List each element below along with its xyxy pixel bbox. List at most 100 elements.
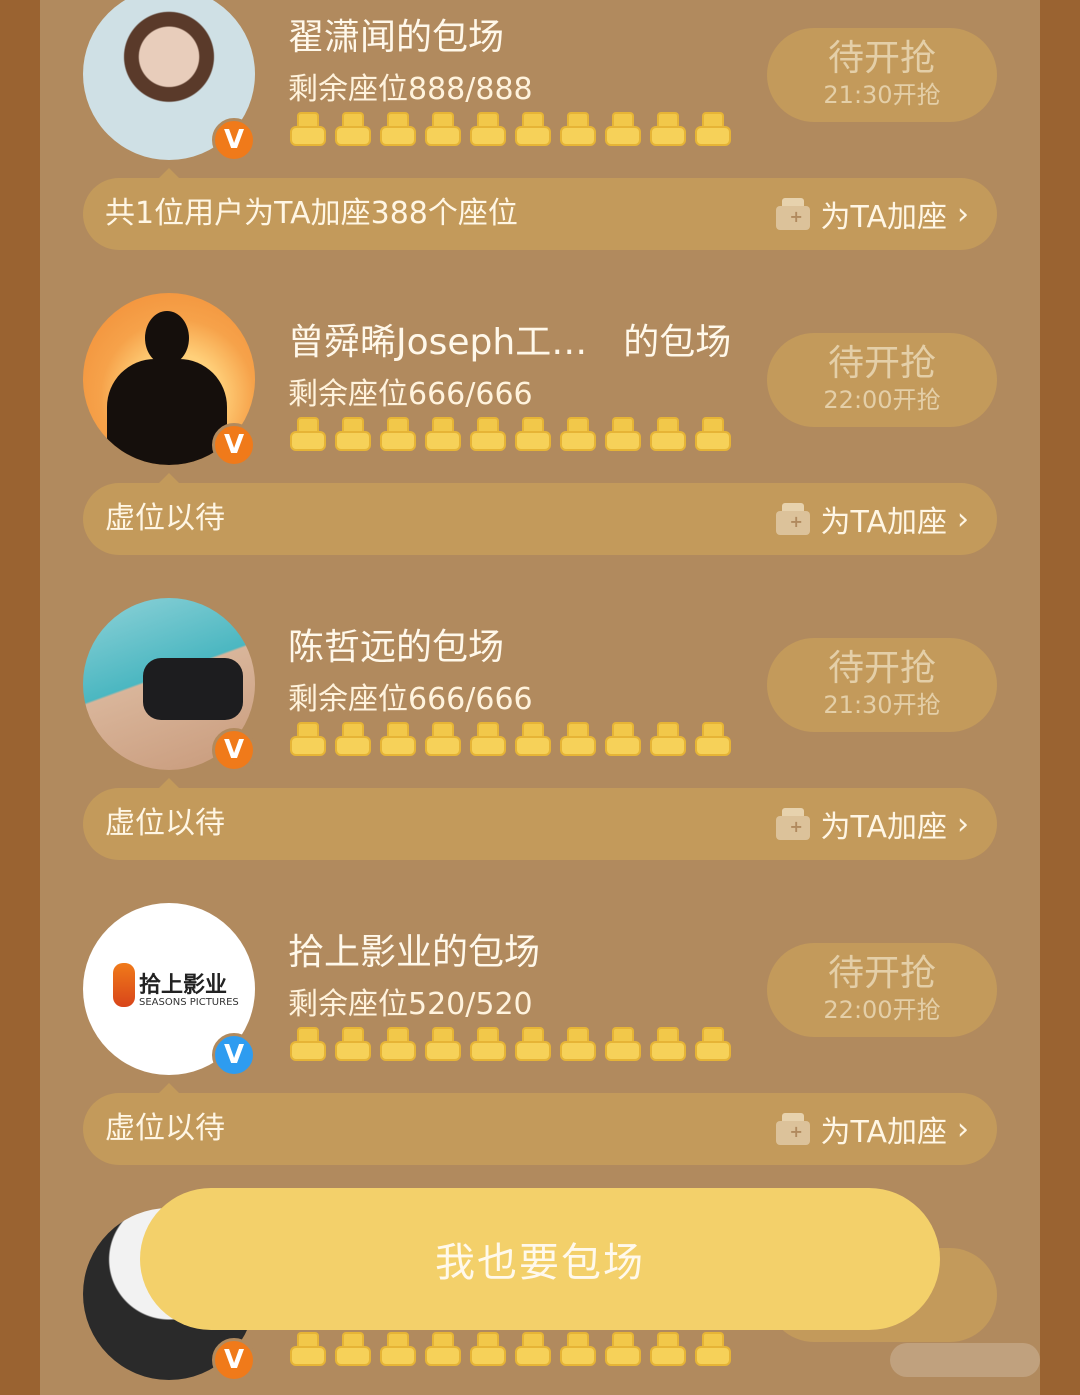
add-seat-bar[interactable]: 虚位以待 + 为TA加座 ›	[83, 788, 997, 860]
logo-name-cn: 拾上影业	[139, 973, 228, 998]
seat-icon	[290, 722, 326, 756]
bar-text: 共1位用户为TA加座388个座位	[105, 196, 518, 231]
seat-icon	[605, 112, 641, 146]
add-seat-label: 为TA加座	[820, 200, 947, 235]
seat-icon	[515, 722, 551, 756]
seat-icon	[425, 1027, 461, 1061]
list-panel: V 翟潇闻的包场 剩余座位888/888 待开抢 21:30开抢 共1位用户为T…	[40, 0, 1040, 1395]
add-seat-label: 为TA加座	[820, 810, 947, 845]
watermark	[890, 1343, 1040, 1377]
avatar-pointer	[159, 778, 179, 788]
entry-title: 拾上影业的包场	[288, 932, 541, 973]
list-item: V 翟潇闻的包场 剩余座位888/888 待开抢 21:30开抢 共1位用户为T…	[40, 0, 1040, 305]
add-seat-bar[interactable]: 虚位以待 + 为TA加座 ›	[83, 1093, 997, 1165]
seat-icon	[605, 1332, 641, 1366]
avatar-pointer	[159, 473, 179, 483]
verified-v-icon: V	[212, 423, 256, 467]
avatar-pointer	[159, 1083, 179, 1093]
add-seat-icon: +	[776, 808, 811, 840]
seat-icon	[380, 1027, 416, 1061]
seat-icon	[650, 722, 686, 756]
seat-icon	[290, 112, 326, 146]
verified-v-icon: V	[212, 118, 256, 162]
bar-text: 虚位以待	[105, 806, 225, 841]
add-seat-icon: +	[776, 503, 811, 535]
entry-title: 曾舜晞Joseph工… 的包场	[288, 322, 732, 363]
add-seat-label: 为TA加座	[820, 1115, 947, 1150]
bar-text: 虚位以待	[105, 1111, 225, 1146]
seat-icon	[695, 417, 731, 451]
seasons-logo-mark	[113, 963, 135, 1007]
seat-icon	[335, 1027, 371, 1061]
seat-icon	[290, 417, 326, 451]
verified-v-icon: V	[212, 1338, 256, 1382]
seat-icon	[695, 1332, 731, 1366]
add-seat-action[interactable]: + 为TA加座 ›	[776, 1093, 969, 1165]
seat-icon	[695, 1027, 731, 1061]
add-seat-bar[interactable]: 虚位以待 + 为TA加座 ›	[83, 483, 997, 555]
remaining-seats: 剩余座位888/888	[288, 72, 533, 107]
status-button[interactable]: 待开抢 21:30开抢	[767, 28, 997, 122]
seat-icon	[515, 1332, 551, 1366]
seat-icon	[650, 1332, 686, 1366]
seat-icon	[650, 417, 686, 451]
add-seat-action[interactable]: + 为TA加座 ›	[776, 788, 969, 860]
seat-icon	[560, 112, 596, 146]
seat-icon	[380, 1332, 416, 1366]
chevron-right-icon: ›	[957, 806, 969, 842]
logo-name-en: SEASONS PICTURES	[139, 997, 239, 1008]
seat-icon	[695, 722, 731, 756]
status-time: 21:30开抢	[823, 691, 941, 719]
status-label: 待开抢	[827, 38, 936, 79]
list-item: 拾上影业 SEASONS PICTURES V 拾上影业的包场 剩余座位520/…	[40, 903, 1040, 1220]
avatar-silhouette	[145, 311, 189, 365]
seat-icon	[335, 112, 371, 146]
remaining-seats: 剩余座位666/666	[288, 682, 533, 717]
chevron-right-icon: ›	[957, 196, 969, 232]
status-button[interactable]: 待开抢 22:00开抢	[767, 943, 997, 1037]
seat-icon	[560, 722, 596, 756]
seat-icon	[380, 112, 416, 146]
status-label: 待开抢	[827, 953, 936, 994]
seat-icons-row	[290, 722, 731, 756]
avatar-silhouette-body	[107, 359, 227, 465]
chevron-right-icon: ›	[957, 1111, 969, 1147]
verified-v-icon: V	[212, 728, 256, 772]
seat-icon	[290, 1332, 326, 1366]
seat-icon	[605, 1027, 641, 1061]
status-button[interactable]: 待开抢 21:30开抢	[767, 638, 997, 732]
seat-icon	[425, 112, 461, 146]
add-seat-icon: +	[776, 1113, 811, 1145]
add-seat-bar[interactable]: 共1位用户为TA加座388个座位 + 为TA加座 ›	[83, 178, 997, 250]
add-seat-icon: +	[776, 198, 811, 230]
chevron-right-icon: ›	[957, 501, 969, 537]
seat-icon	[380, 722, 416, 756]
seat-icons-row	[290, 112, 731, 146]
remaining-seats: 剩余座位520/520	[288, 987, 533, 1022]
status-time: 22:00开抢	[823, 996, 941, 1024]
seat-icon	[470, 722, 506, 756]
bar-text: 虚位以待	[105, 501, 225, 536]
status-label: 待开抢	[827, 648, 936, 689]
seat-icon	[515, 417, 551, 451]
add-seat-action[interactable]: + 为TA加座 ›	[776, 483, 969, 555]
avatar-goggles	[143, 658, 243, 720]
remaining-seats: 剩余座位666/666	[288, 377, 533, 412]
seat-icon	[605, 417, 641, 451]
add-seat-action[interactable]: + 为TA加座 ›	[776, 178, 969, 250]
seat-icon	[605, 722, 641, 756]
list-item: V 曾舜晞Joseph工… 的包场 剩余座位666/666 待开抢 22:00开…	[40, 293, 1040, 610]
seat-icon	[650, 1027, 686, 1061]
entry-title: 翟潇闻的包场	[288, 17, 505, 58]
book-screening-button[interactable]: 我也要包场	[140, 1188, 940, 1330]
seat-icon	[515, 112, 551, 146]
seat-icons-row	[290, 1332, 731, 1366]
status-button[interactable]: 待开抢 22:00开抢	[767, 333, 997, 427]
list-item: V 陈哲远的包场 剩余座位666/666 待开抢 21:30开抢 虚位以待 + …	[40, 598, 1040, 915]
seat-icon	[290, 1027, 326, 1061]
seat-icon	[515, 1027, 551, 1061]
seat-icon	[560, 417, 596, 451]
status-time: 21:30开抢	[823, 81, 941, 109]
seat-icons-row	[290, 417, 731, 451]
status-time: 22:00开抢	[823, 386, 941, 414]
